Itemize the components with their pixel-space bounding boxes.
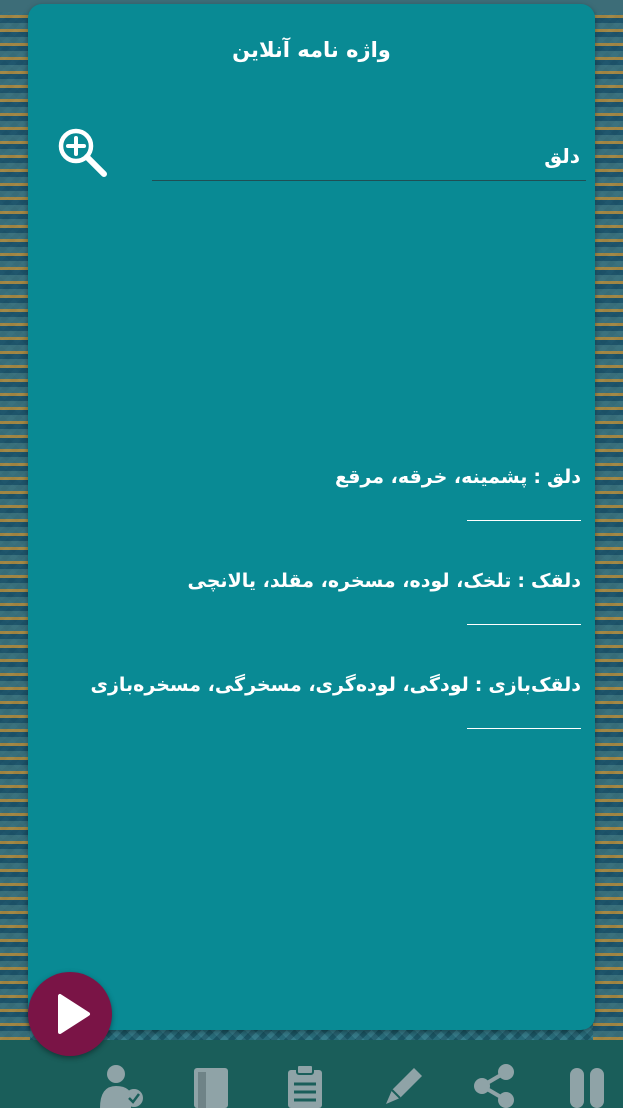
result-separator: : xyxy=(517,570,525,592)
result-separator: : xyxy=(533,466,541,488)
zoom-in-icon[interactable] xyxy=(56,126,110,180)
result-divider xyxy=(467,728,581,729)
list-item: دلقک‌بازی:لودگی، لوده‌گری، مسخرگی، مسخره… xyxy=(88,668,581,772)
results-list: دلق:پشمینه، خرقه، مرقع دلقک:تلخک، لوده، … xyxy=(88,460,581,772)
result-term: دلق xyxy=(546,466,581,488)
list-item: دلق:پشمینه، خرقه، مرقع xyxy=(88,460,581,564)
result-definition: لودگی، لوده‌گری، مسخرگی، مسخره‌بازی xyxy=(90,674,469,696)
capsule-icon[interactable] xyxy=(566,1060,614,1108)
result-line: دلقک‌بازی:لودگی، لوده‌گری، مسخرگی، مسخره… xyxy=(88,668,581,702)
result-divider xyxy=(467,520,581,521)
decorative-border-right xyxy=(593,0,623,1040)
search-input[interactable] xyxy=(152,132,586,181)
result-separator: : xyxy=(474,674,483,696)
result-definition: پشمینه، خرقه، مرقع xyxy=(334,466,528,488)
result-line: دلق:پشمینه، خرقه، مرقع xyxy=(88,460,581,494)
clipboard-icon[interactable] xyxy=(282,1060,330,1108)
result-line: دلقک:تلخک، لوده، مسخره، مقلد، یالانچی xyxy=(88,564,581,598)
user-check-icon[interactable] xyxy=(98,1060,146,1108)
list-item: دلقک:تلخک، لوده، مسخره، مقلد، یالانچی xyxy=(88,564,581,668)
pen-icon[interactable] xyxy=(378,1060,426,1108)
play-icon xyxy=(58,994,90,1034)
decorative-border-left xyxy=(0,0,30,1040)
dictionary-card: واژه نامه آنلاین دلق:پشمینه، خرقه، مرقع … xyxy=(28,4,595,1030)
page-title: واژه نامه آنلاین xyxy=(232,38,391,62)
share-icon[interactable] xyxy=(470,1060,518,1108)
result-divider xyxy=(467,624,581,625)
result-definition: تلخک، لوده، مسخره، مقلد، یالانچی xyxy=(187,570,512,592)
play-button[interactable] xyxy=(28,972,112,1056)
result-term: دلقک xyxy=(530,570,581,592)
result-term: دلقک‌بازی xyxy=(488,674,581,696)
book-icon[interactable] xyxy=(188,1060,236,1108)
